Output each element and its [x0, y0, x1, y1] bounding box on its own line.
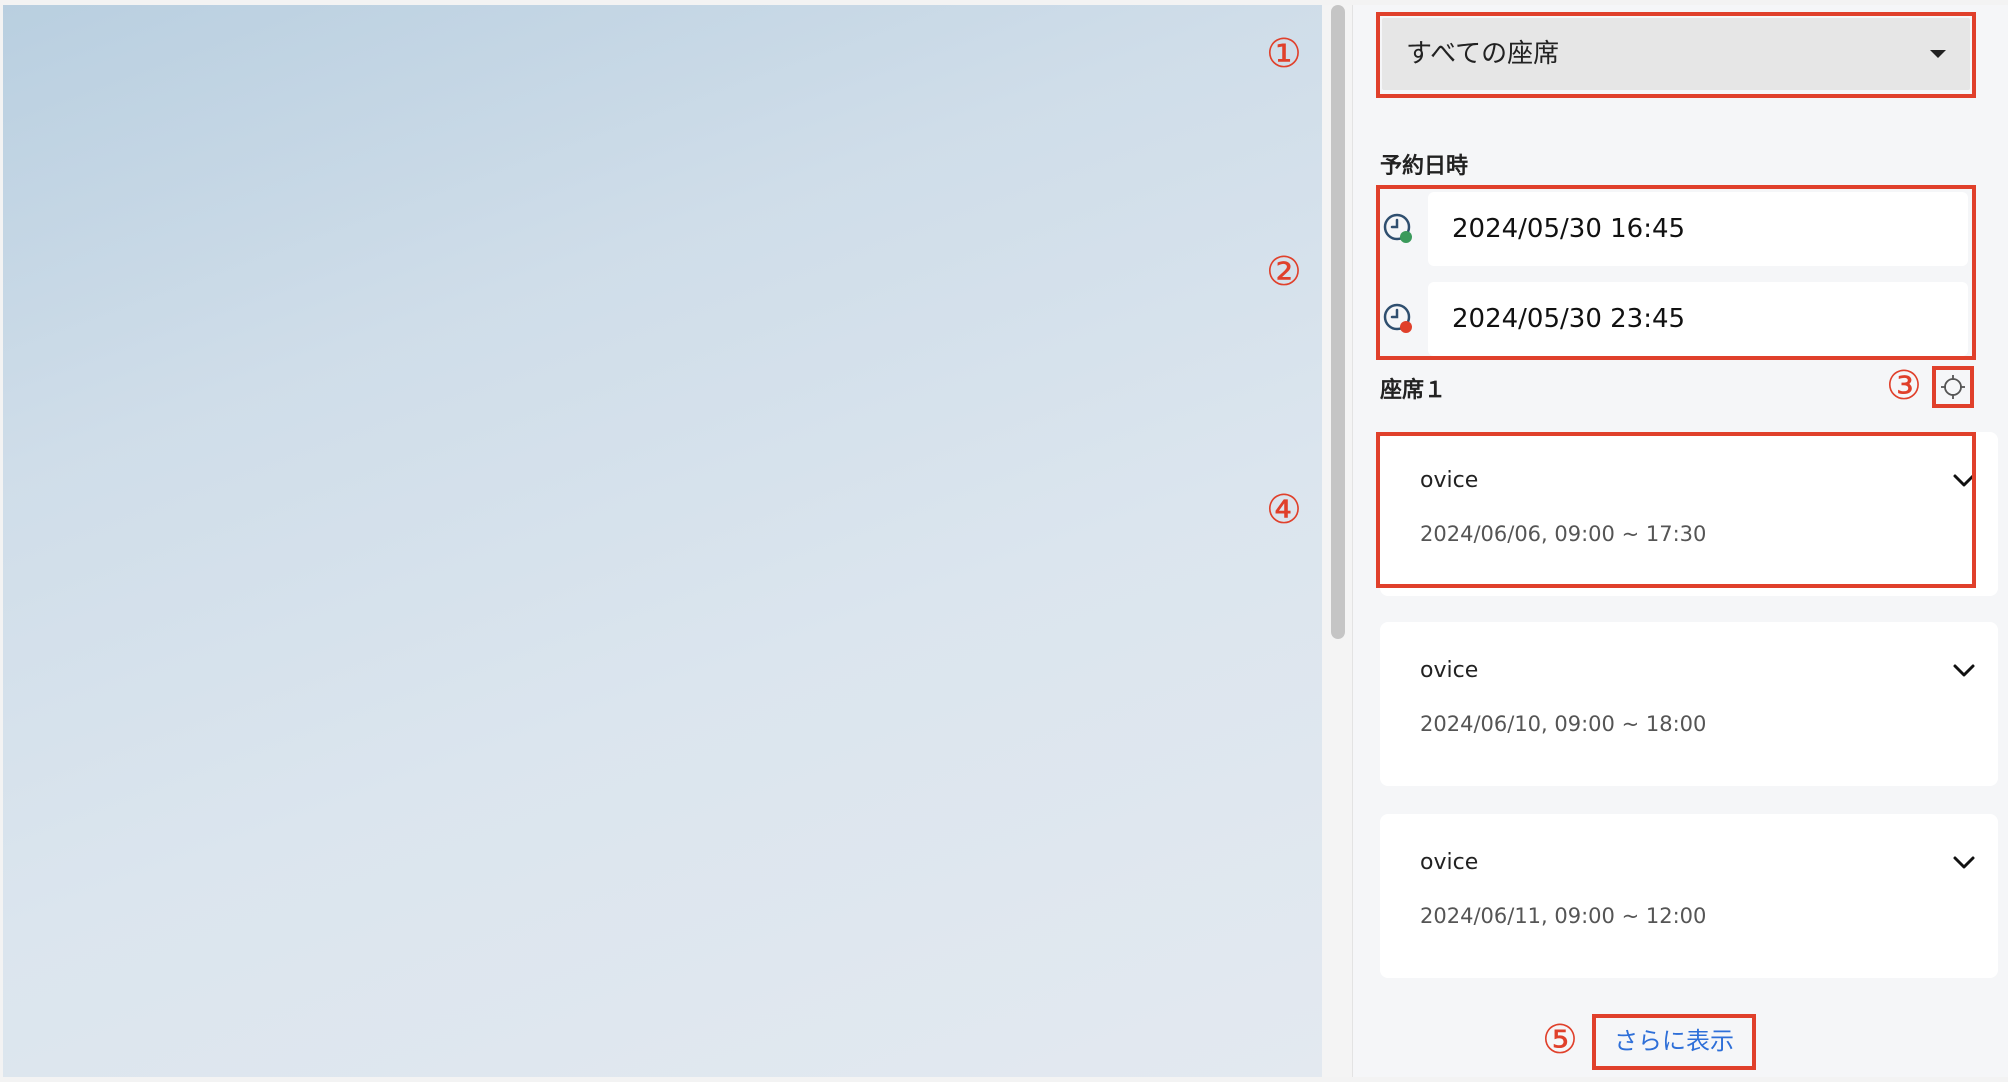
- chevron-down-icon[interactable]: [1950, 848, 1978, 876]
- annotation-box-1: [1376, 12, 1976, 98]
- seat-section-label: 座席１: [1380, 378, 1447, 403]
- reservation-time: 2024/06/11, 09:00 ~ 12:00: [1420, 904, 1707, 928]
- app-window: ① すべての座席 予約日時 ② 2024/05/30 16:45 2024/05…: [0, 0, 2008, 1082]
- annotation-marker-5: ⑤: [1542, 1017, 1578, 1063]
- annotation-marker-3: ③: [1886, 363, 1922, 409]
- reservation-card[interactable]: ovice 2024/06/11, 09:00 ~ 12:00: [1380, 814, 1998, 978]
- map-canvas[interactable]: [3, 5, 1322, 1077]
- annotation-marker-1: ①: [1266, 31, 1302, 77]
- reservation-time: 2024/06/10, 09:00 ~ 18:00: [1420, 712, 1707, 736]
- reservation-name: ovice: [1420, 658, 1479, 683]
- annotation-box-4: [1376, 432, 1976, 588]
- annotation-box-5: [1592, 1014, 1756, 1070]
- annotation-box-3: [1932, 366, 1974, 408]
- reservation-name: ovice: [1420, 850, 1479, 875]
- annotation-box-2: [1376, 185, 1976, 360]
- reservation-datetime-label: 予約日時: [1380, 154, 1469, 179]
- annotation-marker-2: ②: [1266, 249, 1302, 295]
- panel-scrollbar-thumb[interactable]: [1331, 5, 1345, 639]
- reservation-card[interactable]: ovice 2024/06/10, 09:00 ~ 18:00: [1380, 622, 1998, 786]
- chevron-down-icon[interactable]: [1950, 656, 1978, 684]
- annotation-marker-4: ④: [1266, 487, 1302, 533]
